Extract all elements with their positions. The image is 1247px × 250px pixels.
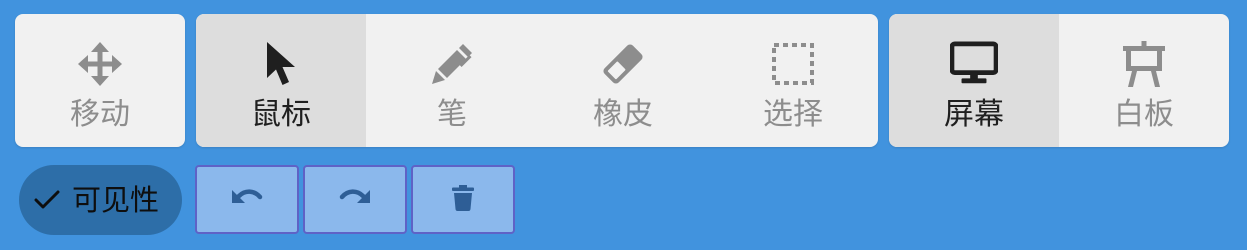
- delete-button[interactable]: [411, 165, 515, 234]
- whiteboard-easel-icon: [1120, 40, 1168, 88]
- move-arrows-icon: [76, 40, 124, 88]
- redo-button[interactable]: [303, 165, 407, 234]
- trash-icon: [452, 184, 474, 215]
- undo-button[interactable]: [195, 165, 299, 234]
- dashed-selection-icon: [769, 40, 817, 88]
- view-mode-panel: 屏幕 白板: [889, 14, 1229, 147]
- visibility-label: 可见性: [72, 183, 160, 217]
- monitor-icon: [950, 40, 998, 88]
- eraser-tool-button[interactable]: 橡皮: [538, 14, 708, 147]
- mouse-tool-label: 鼠标: [251, 97, 311, 132]
- pen-tool-button[interactable]: 笔: [366, 14, 538, 147]
- move-button[interactable]: 移动: [15, 14, 185, 147]
- whiteboard-mode-button[interactable]: 白板: [1059, 14, 1229, 147]
- move-label: 移动: [70, 97, 130, 132]
- eraser-tool-label: 橡皮: [593, 97, 653, 132]
- checkmark-icon: [33, 186, 61, 214]
- screen-mode-button[interactable]: 屏幕: [889, 14, 1059, 147]
- select-tool-label: 选择: [763, 97, 823, 132]
- mouse-tool-button[interactable]: 鼠标: [196, 14, 366, 147]
- whiteboard-mode-label: 白板: [1114, 97, 1174, 132]
- undo-icon: [230, 188, 264, 212]
- cursor-icon: [257, 40, 305, 88]
- screen-mode-label: 屏幕: [944, 97, 1004, 132]
- redo-icon: [338, 188, 372, 212]
- eraser-icon: [599, 40, 647, 88]
- move-panel: 移动: [15, 14, 185, 147]
- pen-tool-label: 笔: [437, 97, 467, 132]
- pen-icon: [428, 40, 476, 88]
- select-tool-button[interactable]: 选择: [708, 14, 878, 147]
- visibility-toggle[interactable]: 可见性: [19, 165, 182, 235]
- drawing-tools-panel: 鼠标 笔 橡皮 选择: [196, 14, 878, 147]
